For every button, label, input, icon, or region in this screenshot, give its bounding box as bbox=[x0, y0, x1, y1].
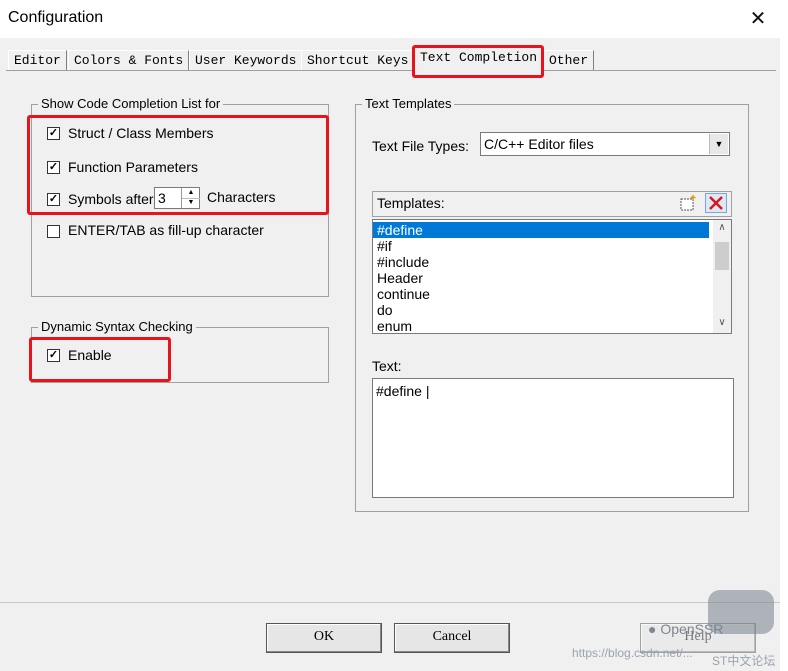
file-types-label: Text File Types: bbox=[372, 138, 470, 154]
tab-shortcut-keys[interactable]: Shortcut Keys bbox=[301, 50, 415, 70]
completion-highlight bbox=[27, 115, 329, 215]
enter-tab-checkbox[interactable] bbox=[47, 225, 60, 238]
template-text-value: #define | bbox=[376, 383, 430, 399]
cancel-button[interactable]: Cancel bbox=[394, 623, 510, 653]
template-item[interactable]: do bbox=[373, 302, 709, 318]
tab-other[interactable]: Other bbox=[543, 50, 595, 70]
text-label: Text: bbox=[372, 358, 402, 374]
new-template-icon[interactable] bbox=[678, 194, 698, 212]
wechat-icon: ● bbox=[648, 621, 657, 637]
syntax-group-title: Dynamic Syntax Checking bbox=[38, 319, 196, 334]
template-text-area[interactable]: #define | bbox=[372, 378, 734, 498]
close-icon[interactable]: ✕ bbox=[744, 6, 772, 32]
completion-group-title: Show Code Completion List for bbox=[38, 96, 224, 111]
scroll-up-icon[interactable]: ∧ bbox=[713, 222, 731, 236]
delete-template-icon[interactable] bbox=[705, 193, 727, 213]
templates-label: Templates: bbox=[377, 195, 445, 211]
template-item[interactable]: continue bbox=[373, 286, 709, 302]
title-bar bbox=[0, 0, 788, 38]
file-types-select[interactable]: C/C++ Editor files ▼ bbox=[480, 132, 730, 156]
scroll-down-icon[interactable]: ∨ bbox=[713, 317, 731, 331]
tab-highlight bbox=[412, 45, 544, 78]
enter-tab-label: ENTER/TAB as fill-up character bbox=[68, 222, 264, 238]
tab-editor[interactable]: Editor bbox=[8, 50, 67, 70]
watermark-url: https://blog.csdn.net/... bbox=[572, 646, 693, 660]
templates-group-title: Text Templates bbox=[362, 96, 455, 111]
template-item[interactable]: Header bbox=[373, 270, 709, 286]
ok-button[interactable]: OK bbox=[266, 623, 382, 653]
dialog-edge bbox=[780, 38, 788, 671]
forum-logo-icon bbox=[708, 590, 774, 634]
file-types-value: C/C++ Editor files bbox=[484, 136, 594, 152]
chevron-down-icon[interactable]: ▼ bbox=[709, 134, 728, 154]
button-divider bbox=[0, 602, 780, 603]
window-title: Configuration bbox=[8, 9, 104, 26]
template-item[interactable]: #if bbox=[373, 238, 709, 254]
enable-highlight bbox=[29, 337, 171, 382]
templates-list[interactable]: #define #if #include Header continue do enum ∧… bbox=[372, 219, 732, 334]
template-item[interactable]: #include bbox=[373, 254, 709, 270]
templates-scrollbar[interactable]: ∧ ∨ bbox=[713, 220, 731, 333]
scroll-thumb[interactable] bbox=[715, 242, 729, 270]
template-item[interactable]: #define bbox=[373, 222, 709, 238]
tab-user-keywords[interactable]: User Keywords bbox=[189, 50, 303, 70]
tab-colors-fonts[interactable]: Colors & Fonts bbox=[68, 50, 190, 70]
template-item[interactable]: enum bbox=[373, 318, 709, 333]
watermark-sub: ST中文论坛 bbox=[712, 654, 776, 668]
